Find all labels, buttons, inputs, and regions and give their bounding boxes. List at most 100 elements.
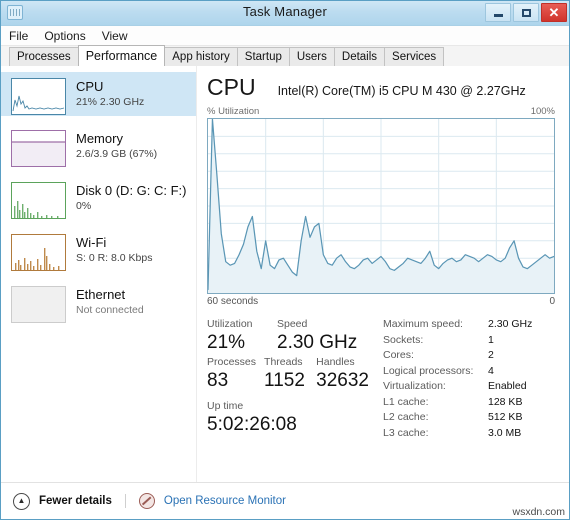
fewer-details-button[interactable]: Fewer details [39, 495, 112, 507]
tab-app-history[interactable]: App history [164, 47, 238, 66]
stat-uptime-label: Up time [207, 400, 244, 412]
stat-threads: Threads 1152 [264, 355, 308, 393]
sidebar-item-ethernet[interactable]: Ethernet Not connected [1, 280, 196, 324]
sidebar-item-memory[interactable]: Memory 2.6/3.9 GB (67%) [1, 124, 196, 168]
spec-key: L1 cache: [383, 395, 429, 408]
spec-row: Cores: 2 [383, 348, 555, 364]
spec-value: 4 [488, 364, 494, 377]
spec-value: 512 KB [488, 411, 523, 423]
sidebar-sub-disk: 0% [76, 200, 92, 212]
graph-axis-labels: % Utilization 100% [207, 106, 555, 117]
window-title: Task Manager [242, 4, 328, 19]
window-controls: ✕ [485, 3, 567, 22]
cpu-specs-list: Maximum speed: 2.30 GHz Sockets: 1 Cores… [377, 317, 555, 441]
cpu-thumbnail-graph [11, 78, 66, 115]
stat-uptime-value: 5:02:26:08 [207, 414, 297, 435]
sidebar-label-cpu: CPU [76, 79, 104, 94]
primary-stats: Utilization 21% Speed 2.30 GHz Processes… [207, 317, 377, 441]
cpu-header: CPU Intel(R) Core(TM) i5 CPU M 430 @ 2.2… [207, 74, 555, 100]
stat-handles: Handles 32632 [316, 355, 369, 393]
stat-processes: Processes 83 [207, 355, 256, 393]
stat-utilization-label: Utilization [207, 318, 253, 330]
sidebar-sub-memory: 2.6/3.9 GB (67%) [76, 148, 158, 160]
spec-key: Logical processors: [383, 364, 474, 377]
minimize-button[interactable] [485, 3, 511, 22]
close-button[interactable]: ✕ [541, 3, 567, 22]
spec-row: L1 cache: 128 KB [383, 395, 555, 411]
resource-monitor-icon[interactable] [138, 493, 155, 509]
page-title: CPU [207, 74, 256, 100]
stat-speed: Speed 2.30 GHz [277, 317, 357, 355]
footer-divider [124, 494, 126, 508]
tab-performance[interactable]: Performance [77, 45, 166, 66]
stat-handles-value: 32632 [316, 370, 369, 391]
spec-key: L2 cache: [383, 411, 429, 423]
cpu-chart-svg [208, 119, 554, 293]
spec-key: L3 cache: [383, 426, 429, 439]
stat-speed-value: 2.30 GHz [277, 332, 358, 353]
stat-threads-label: Threads [264, 356, 303, 368]
spec-row: Maximum speed: 2.30 GHz [383, 317, 555, 333]
tab-startup[interactable]: Startup [236, 47, 290, 66]
stat-utilization-value: 21% [207, 332, 246, 353]
spec-key: Virtualization: [383, 380, 446, 392]
spec-row: Sockets: 1 [383, 333, 555, 349]
memory-sidebar-text: Memory 2.6/3.9 GB (67%) [76, 130, 157, 161]
stat-speed-label: Speed [277, 318, 308, 330]
sidebar-item-wifi[interactable]: Wi-Fi S: 0 R: 8.0 Kbps [1, 228, 196, 272]
x-axis-right-label: 0 [549, 296, 555, 307]
statistics-area: Utilization 21% Speed 2.30 GHz Processes… [207, 317, 555, 441]
spec-row: Virtualization: Enabled [383, 379, 555, 395]
cpu-model-name: Intel(R) Core(TM) i5 CPU M 430 @ 2.27GHz [277, 84, 526, 98]
spec-key: Sockets: [383, 333, 424, 346]
stats-row-3: Up time 5:02:26:08 [207, 399, 377, 437]
stats-row-1: Utilization 21% Speed 2.30 GHz [207, 317, 377, 355]
spec-row: L3 cache: 3.0 MB [383, 426, 555, 442]
wifi-sidebar-text: Wi-Fi S: 0 R: 8.0 Kbps [76, 234, 152, 265]
title-bar: Task Manager ✕ [1, 1, 569, 26]
tab-processes[interactable]: Processes [9, 47, 79, 66]
content-area: CPU 21% 2.30 GHz Memory 2.6/3.9 GB (67%) [1, 66, 569, 483]
sidebar-item-cpu[interactable]: CPU 21% 2.30 GHz [1, 72, 196, 116]
stat-threads-value: 1152 [264, 370, 305, 391]
spec-value: 128 KB [488, 395, 523, 408]
sidebar-sub-cpu: 21% 2.30 GHz [76, 96, 145, 108]
disk-sidebar-text: Disk 0 (D: G: C: F:) 0% [76, 182, 187, 213]
maximize-button[interactable] [513, 3, 539, 22]
watermark: wsxdn.com [510, 506, 567, 518]
cpu-utilization-graph [207, 118, 555, 294]
cpu-detail-panel: CPU Intel(R) Core(TM) i5 CPU M 430 @ 2.2… [197, 66, 569, 483]
tab-strip: Processes Performance App history Startu… [1, 45, 569, 67]
stats-row-2: Processes 83 Threads 1152 Handles 32632 [207, 355, 377, 393]
resource-sidebar: CPU 21% 2.30 GHz Memory 2.6/3.9 GB (67%) [1, 66, 197, 483]
x-axis-left-label: 60 seconds [207, 296, 259, 307]
sidebar-item-disk[interactable]: Disk 0 (D: G: C: F:) 0% [1, 176, 196, 220]
spec-value: 2.30 GHz [488, 318, 533, 330]
sidebar-label-ethernet: Ethernet [76, 287, 126, 302]
spec-value: 1 [488, 333, 494, 346]
tab-users[interactable]: Users [288, 47, 335, 66]
disk-thumbnail-graph [11, 182, 66, 219]
tab-services[interactable]: Services [384, 47, 445, 66]
spec-row: L2 cache: 512 KB [383, 410, 555, 426]
menu-item-view[interactable]: View [102, 29, 128, 43]
spec-key: Cores: [383, 349, 414, 361]
spec-row: Logical processors: 4 [383, 364, 555, 380]
stat-processes-label: Processes [207, 356, 257, 368]
chevron-up-icon[interactable]: ▲ [13, 492, 30, 510]
tab-details[interactable]: Details [333, 47, 386, 66]
spec-value: Enabled [488, 380, 527, 392]
stat-uptime: Up time 5:02:26:08 [207, 399, 297, 437]
sidebar-sub-wifi: S: 0 R: 8.0 Kbps [76, 252, 153, 264]
stat-processes-value: 83 [207, 370, 229, 391]
spec-value: 2 [488, 349, 494, 361]
wifi-thumbnail-graph [11, 234, 66, 271]
menu-item-file[interactable]: File [9, 29, 28, 43]
memory-thumbnail-graph [11, 130, 66, 167]
graph-time-labels: 60 seconds 0 [207, 296, 555, 307]
menu-item-options[interactable]: Options [44, 29, 85, 43]
spec-key: Maximum speed: [383, 318, 463, 330]
open-resource-monitor-link[interactable]: Open Resource Monitor [164, 495, 286, 507]
ethernet-sidebar-text: Ethernet Not connected [76, 286, 144, 317]
stat-handles-label: Handles [316, 356, 355, 368]
